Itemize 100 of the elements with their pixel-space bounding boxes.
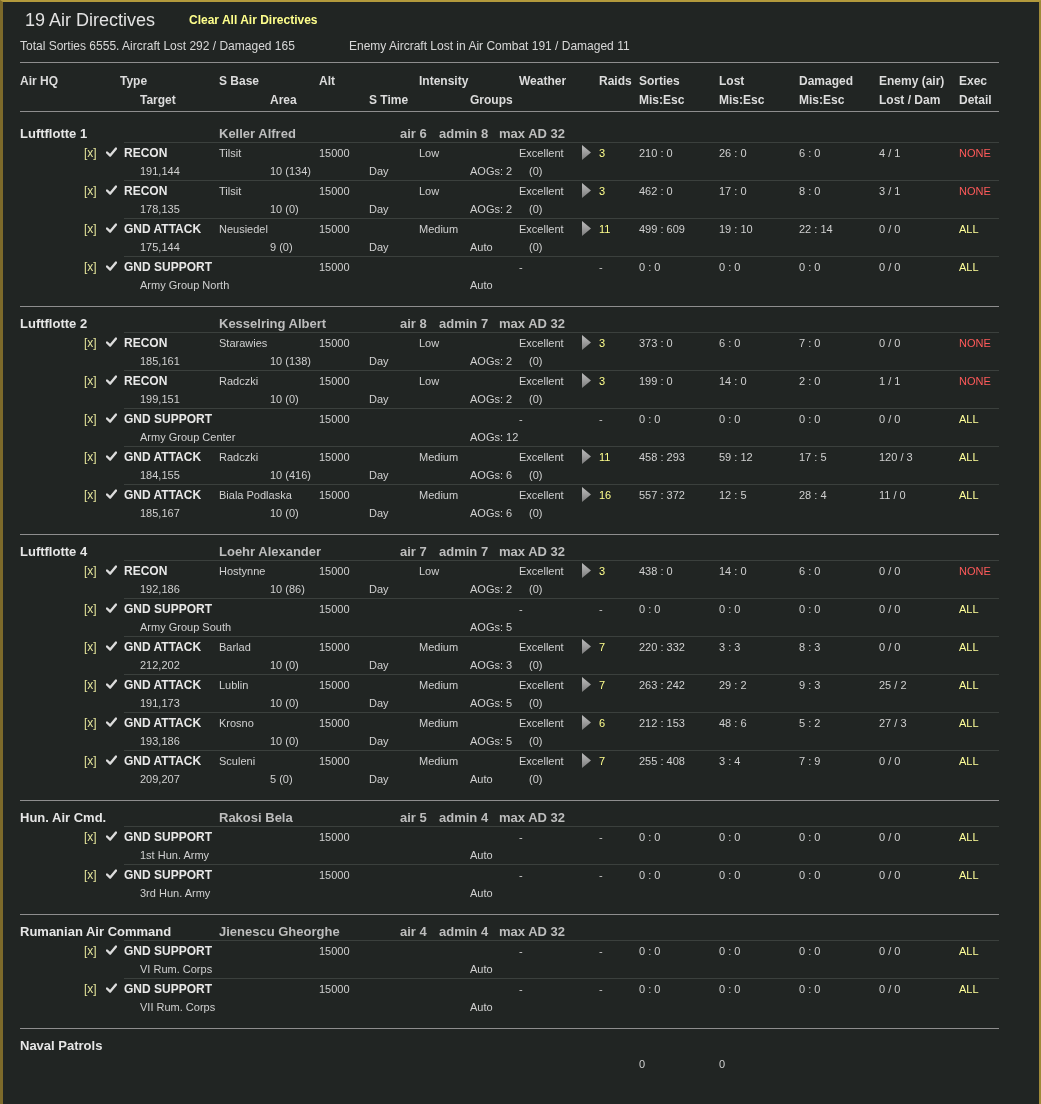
triangle-icon[interactable] <box>582 487 591 502</box>
mission-type: GND ATTACK <box>124 449 202 464</box>
triangle-icon[interactable] <box>582 715 591 730</box>
enemy-losses: 25 / 2 <box>879 678 907 691</box>
altitude: 15000 <box>319 260 350 273</box>
checkbox[interactable] <box>106 147 117 158</box>
groups-text: Auto <box>470 849 493 861</box>
column-header: Type <box>120 73 148 88</box>
triangle-icon[interactable] <box>582 677 591 692</box>
exec-detail-link[interactable]: ALL <box>959 222 979 235</box>
exec-detail-link[interactable]: ALL <box>959 830 979 843</box>
exec-detail-link[interactable]: ALL <box>959 260 979 273</box>
exec-detail-link[interactable]: NONE <box>959 336 991 349</box>
intensity: Medium <box>419 222 459 235</box>
clear-all-link[interactable]: Clear All Air Directives <box>189 13 318 27</box>
exec-detail-link[interactable]: ALL <box>959 944 979 957</box>
area-text: 10 (138) <box>270 355 311 367</box>
damaged-value: 22 : 14 <box>799 222 833 235</box>
delete-link[interactable]: [x] <box>84 715 97 730</box>
mission-type: GND ATTACK <box>124 221 202 236</box>
exec-detail-link[interactable]: ALL <box>959 488 979 501</box>
delete-link[interactable]: [x] <box>84 411 97 426</box>
altitude: 15000 <box>319 868 350 881</box>
exec-detail-link[interactable]: ALL <box>959 754 979 767</box>
delete-link[interactable]: [x] <box>84 449 97 464</box>
delete-link[interactable]: [x] <box>84 829 97 844</box>
exec-detail-link[interactable]: NONE <box>959 564 991 577</box>
checkbox[interactable] <box>106 375 117 386</box>
checkbox[interactable] <box>106 261 117 272</box>
raids-count: - <box>599 602 603 615</box>
triangle-icon[interactable] <box>582 145 591 160</box>
triangle-icon[interactable] <box>582 335 591 350</box>
checkbox[interactable] <box>106 717 117 728</box>
weather: Excellent <box>519 716 564 729</box>
checkbox[interactable] <box>106 983 117 994</box>
delete-link[interactable]: [x] <box>84 335 97 350</box>
delete-link[interactable]: [x] <box>84 943 97 958</box>
delete-link[interactable]: [x] <box>84 563 97 578</box>
delete-link[interactable]: [x] <box>84 639 97 654</box>
mission-type: RECON <box>124 563 168 578</box>
checkbox[interactable] <box>106 603 117 614</box>
checkbox[interactable] <box>106 945 117 956</box>
air-rating: air 4 <box>400 923 427 939</box>
checkbox[interactable] <box>106 185 117 196</box>
checkbox[interactable] <box>106 565 117 576</box>
checkbox[interactable] <box>106 641 117 652</box>
delete-link[interactable]: [x] <box>84 183 97 198</box>
exec-detail-link[interactable]: ALL <box>959 982 979 995</box>
exec-detail-link[interactable]: ALL <box>959 868 979 881</box>
checkbox[interactable] <box>106 451 117 462</box>
triangle-icon[interactable] <box>582 563 591 578</box>
checkbox[interactable] <box>106 413 117 424</box>
checkbox[interactable] <box>106 869 117 880</box>
checkbox[interactable] <box>106 679 117 690</box>
weather: Excellent <box>519 450 564 463</box>
delete-link[interactable]: [x] <box>84 259 97 274</box>
delete-link[interactable]: [x] <box>84 487 97 502</box>
checkbox[interactable] <box>106 337 117 348</box>
triangle-icon[interactable] <box>582 753 591 768</box>
delete-link[interactable]: [x] <box>84 867 97 882</box>
max-ad-rating: max AD 32 <box>499 809 565 825</box>
target-text: 191,173 <box>140 697 180 709</box>
exec-detail-link[interactable]: NONE <box>959 146 991 159</box>
triangle-icon[interactable] <box>582 639 591 654</box>
target-text: VI Rum. Corps <box>140 963 213 975</box>
exec-detail-link[interactable]: ALL <box>959 678 979 691</box>
lost-value: 0 : 0 <box>719 830 741 843</box>
checkbox[interactable] <box>106 223 117 234</box>
checkbox[interactable] <box>106 755 117 766</box>
exec-detail-link[interactable]: ALL <box>959 602 979 615</box>
strike-time: Day <box>369 773 389 785</box>
mission-type: GND ATTACK <box>124 715 202 730</box>
delete-link[interactable]: [x] <box>84 145 97 160</box>
area-text: 10 (0) <box>270 393 299 405</box>
triangle-icon[interactable] <box>582 373 591 388</box>
exec-detail-link[interactable]: NONE <box>959 374 991 387</box>
exec-detail-link[interactable]: ALL <box>959 640 979 653</box>
column-header: S Base <box>219 73 260 88</box>
intensity: Low <box>419 336 440 349</box>
lost-value: 0 : 0 <box>719 868 741 881</box>
triangle-icon[interactable] <box>582 183 591 198</box>
delete-link[interactable]: [x] <box>84 221 97 236</box>
checkbox[interactable] <box>106 489 117 500</box>
delete-link[interactable]: [x] <box>84 677 97 692</box>
exec-detail-link[interactable]: ALL <box>959 716 979 729</box>
strike-time: Day <box>369 165 389 177</box>
exec-detail-link[interactable]: ALL <box>959 450 979 463</box>
note-text: (0) <box>529 773 543 785</box>
triangle-icon[interactable] <box>582 221 591 236</box>
delete-link[interactable]: [x] <box>84 373 97 388</box>
column-header: Raids <box>599 73 632 88</box>
delete-link[interactable]: [x] <box>84 981 97 996</box>
summary-text: Total Sorties 6555. Aircraft Lost 292 / Damaged 165 <box>20 39 295 53</box>
delete-link[interactable]: [x] <box>84 753 97 768</box>
exec-detail-link[interactable]: ALL <box>959 412 979 425</box>
delete-link[interactable]: [x] <box>84 601 97 616</box>
exec-detail-link[interactable]: NONE <box>959 184 991 197</box>
triangle-icon[interactable] <box>582 449 591 464</box>
target-text: 175,144 <box>140 241 180 253</box>
checkbox[interactable] <box>106 831 117 842</box>
